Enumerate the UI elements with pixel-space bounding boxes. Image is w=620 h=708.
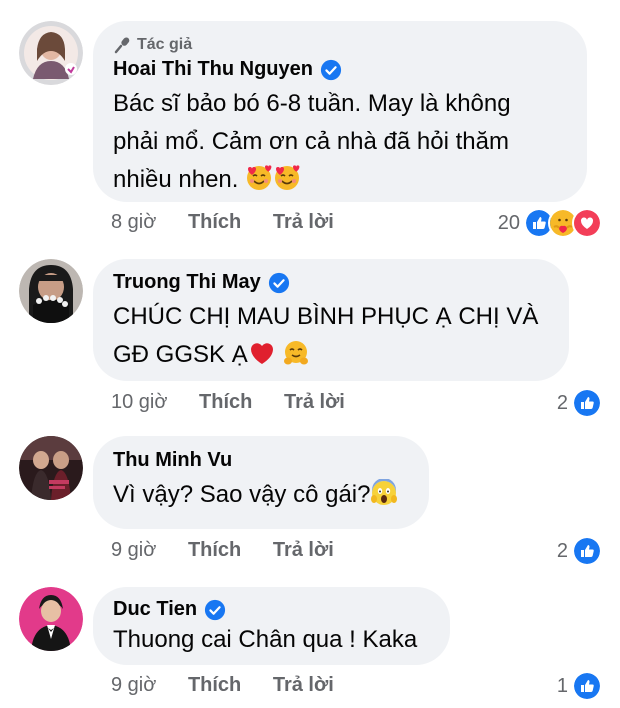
reaction-summary[interactable]: 20 bbox=[498, 208, 602, 238]
author-tag-label: Tác giả bbox=[137, 36, 193, 53]
like-button[interactable]: Thích bbox=[188, 674, 241, 697]
reaction-summary[interactable]: 2 bbox=[557, 536, 602, 566]
red-heart-icon bbox=[250, 343, 273, 364]
reaction-summary[interactable]: 2 bbox=[557, 388, 602, 418]
microphone-icon bbox=[114, 37, 130, 54]
comment-text: CHÚC CHỊ MAU BÌNH PHỤC Ạ CHỊ VÀ GĐ GGSK … bbox=[113, 298, 549, 374]
comment-bubble: Duc Tien Thuong cai Chân qua ! Kaka bbox=[93, 587, 450, 665]
smiling-face-with-hearts-icon bbox=[275, 165, 300, 190]
comment-timestamp[interactable]: 8 giờ bbox=[111, 211, 156, 234]
comment-bubble: Tác giả Hoai Thi Thu Nguyen Bác sĩ bảo b… bbox=[93, 21, 587, 202]
like-reaction-icon bbox=[572, 388, 602, 418]
reaction-count: 2 bbox=[556, 539, 568, 562]
author-tag: Tác giả bbox=[113, 36, 567, 54]
comment-actions: 9 giờ Thích Trả lời bbox=[111, 539, 334, 562]
author-name[interactable]: Thu Minh Vu bbox=[113, 449, 232, 472]
love-reaction-icon bbox=[572, 208, 602, 238]
avatar[interactable] bbox=[19, 587, 83, 651]
comment-bubble: Truong Thi May CHÚC CHỊ MAU BÌNH PHỤC Ạ … bbox=[93, 259, 569, 381]
reaction-summary[interactable]: 1 bbox=[557, 671, 602, 701]
comment-text-line: phải mổ. Cảm ơn cả nhà đã hỏi thăm bbox=[113, 128, 509, 155]
like-reaction-icon bbox=[572, 536, 602, 566]
comment-text-line: Bác sĩ bảo bó 6-8 tuần. May là không bbox=[113, 90, 511, 117]
author-name[interactable]: Duc Tien bbox=[113, 598, 197, 621]
reply-button[interactable]: Trả lời bbox=[284, 391, 345, 414]
verified-badge-icon bbox=[320, 59, 342, 80]
avatar[interactable] bbox=[19, 21, 83, 85]
verified-badge-icon bbox=[205, 599, 226, 620]
comment-timestamp[interactable]: 9 giờ bbox=[111, 539, 156, 562]
author-name[interactable]: Truong Thi May bbox=[113, 271, 261, 294]
comment-text-line: GĐ GGSK Ạ bbox=[113, 341, 248, 368]
comment-text: Bác sĩ bảo bó 6-8 tuần. May là không phả… bbox=[113, 85, 567, 199]
comment-text: Vì vậy? Sao vậy cô gái? bbox=[113, 476, 409, 514]
like-button[interactable]: Thích bbox=[188, 539, 241, 562]
comment-timestamp[interactable]: 9 giờ bbox=[111, 674, 156, 697]
comment-bubble: Thu Minh Vu Vì vậy? Sao vậy cô gái? bbox=[93, 436, 429, 529]
reaction-count: 20 bbox=[497, 211, 520, 234]
author-name[interactable]: Hoai Thi Thu Nguyen bbox=[113, 58, 313, 81]
reply-button[interactable]: Trả lời bbox=[273, 539, 334, 562]
like-button[interactable]: Thích bbox=[188, 211, 241, 234]
comment-timestamp[interactable]: 10 giờ bbox=[111, 391, 167, 414]
comment-text-line: Vì vậy? Sao vậy cô gái? bbox=[113, 481, 371, 508]
reply-button[interactable]: Trả lời bbox=[273, 674, 334, 697]
face-screaming-in-fear-icon bbox=[371, 479, 398, 505]
hugging-face-icon bbox=[283, 341, 308, 365]
reply-button[interactable]: Trả lời bbox=[273, 211, 334, 234]
avatar[interactable] bbox=[19, 259, 83, 323]
smiling-face-with-hearts-icon bbox=[247, 165, 272, 190]
comment-text-line: nhiều nhen. bbox=[113, 166, 239, 193]
comment-text: Thuong cai Chân qua ! Kaka bbox=[113, 621, 430, 659]
like-button[interactable]: Thích bbox=[199, 391, 252, 414]
reaction-count: 1 bbox=[556, 674, 568, 697]
comment-actions: 8 giờ Thích Trả lời bbox=[111, 211, 334, 234]
reaction-count: 2 bbox=[556, 391, 568, 414]
verified-badge-icon bbox=[268, 272, 289, 293]
like-reaction-icon bbox=[572, 671, 602, 701]
avatar[interactable] bbox=[19, 436, 83, 500]
comment-actions: 9 giờ Thích Trả lời bbox=[111, 674, 334, 697]
comment-text-line: CHÚC CHỊ MAU BÌNH PHỤC Ạ CHỊ VÀ bbox=[113, 303, 539, 330]
comment-text-line: Thuong cai Chân qua ! Kaka bbox=[113, 626, 418, 653]
comment-actions: 10 giờ Thích Trả lời bbox=[111, 391, 345, 414]
